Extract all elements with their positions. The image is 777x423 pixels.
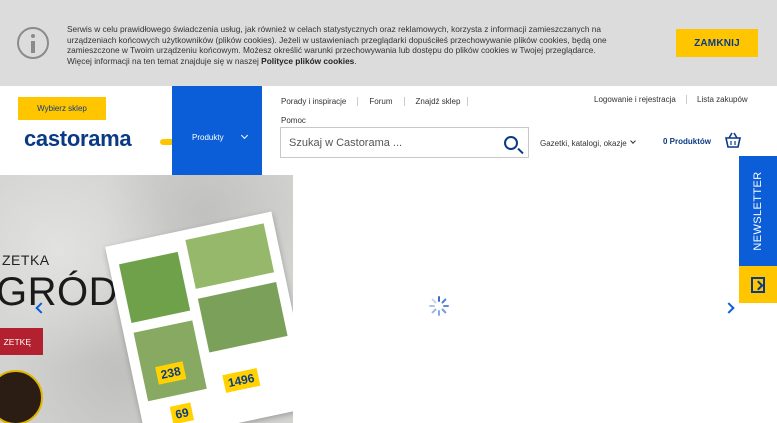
chevron-down-icon xyxy=(630,138,636,144)
nav-divider xyxy=(467,97,468,106)
nav-link-help[interactable]: Pomoc xyxy=(281,116,306,125)
arrow-right-icon xyxy=(751,277,765,293)
top-nav: Porady i inspiracje Forum Znajdź sklep xyxy=(281,97,460,106)
newsletter-tab[interactable]: NEWSLETTER xyxy=(739,156,777,266)
hero-eyebrow: ZETKA xyxy=(2,252,50,268)
cookie-text: Serwis w celu prawidłowego świadczenia u… xyxy=(67,24,657,66)
account-divider xyxy=(686,95,687,104)
cookie-text-suffix: . xyxy=(354,55,357,66)
catalog-photo xyxy=(185,223,275,289)
basket-icon[interactable] xyxy=(724,132,742,150)
catalog-photo xyxy=(197,282,288,353)
hero-banner[interactable]: ZETKA GRÓD ZETKĘ 238 1496 69 xyxy=(0,175,293,423)
catalog-photo xyxy=(133,320,207,402)
cookie-close-button[interactable]: ZAMKNIJ xyxy=(676,29,758,57)
cookie-text-line: zamieszczone w Twoim urządzeniu końcowym… xyxy=(67,45,596,55)
nav-link-porady[interactable]: Porady i inspiracje xyxy=(281,97,357,106)
products-menu-label: Produkty xyxy=(192,133,224,142)
login-link[interactable]: Logowanie i rejestracja xyxy=(594,95,676,104)
search-icon[interactable] xyxy=(504,136,518,150)
nav-link-find-store[interactable]: Znajdź sklep xyxy=(403,97,460,106)
cookie-text-line: urządzeniach końcowych użytkowników (pli… xyxy=(67,34,607,45)
hero-title: GRÓD xyxy=(0,270,118,314)
shopping-list-link[interactable]: Lista zakupów xyxy=(697,95,748,104)
chevron-down-icon xyxy=(240,131,249,140)
site-header: Wybierz sklep castorama Produkty Porady … xyxy=(0,86,777,175)
nav-link-forum[interactable]: Forum xyxy=(357,97,403,106)
cookie-text-prefix: Więcej informacji na ten temat znajduje … xyxy=(67,55,262,66)
catalog-photo xyxy=(119,251,191,324)
info-icon xyxy=(17,27,49,59)
gazetki-dropdown[interactable]: Gazetki, katalogi, okazje xyxy=(540,139,627,148)
products-menu-tab[interactable]: Produkty xyxy=(172,86,262,175)
choose-store-button[interactable]: Wybierz sklep xyxy=(18,97,106,120)
search-box xyxy=(280,127,529,158)
cart-count[interactable]: 0 Produktów xyxy=(663,137,711,146)
cookie-policy-link[interactable]: Polityce plików cookies xyxy=(261,56,354,66)
search-input[interactable] xyxy=(289,135,489,151)
cookie-text-line: Więcej informacji na ten temat znajduje … xyxy=(67,56,657,67)
cookie-bar: Serwis w celu prawidłowego świadczenia u… xyxy=(0,0,777,86)
loading-spinner-icon xyxy=(429,296,449,316)
slider-next-icon[interactable] xyxy=(723,302,735,314)
price-tag: 69 xyxy=(169,402,195,423)
castorama-logo[interactable]: castorama xyxy=(24,126,132,152)
price-tag: 1496 xyxy=(222,368,261,393)
newsletter-open-button[interactable] xyxy=(739,266,777,303)
cookie-text-line: Serwis w celu prawidłowego świadczenia u… xyxy=(67,24,601,34)
newsletter-label: NEWSLETTER xyxy=(752,171,764,251)
hero-cta-button[interactable]: ZETKĘ xyxy=(0,328,43,355)
